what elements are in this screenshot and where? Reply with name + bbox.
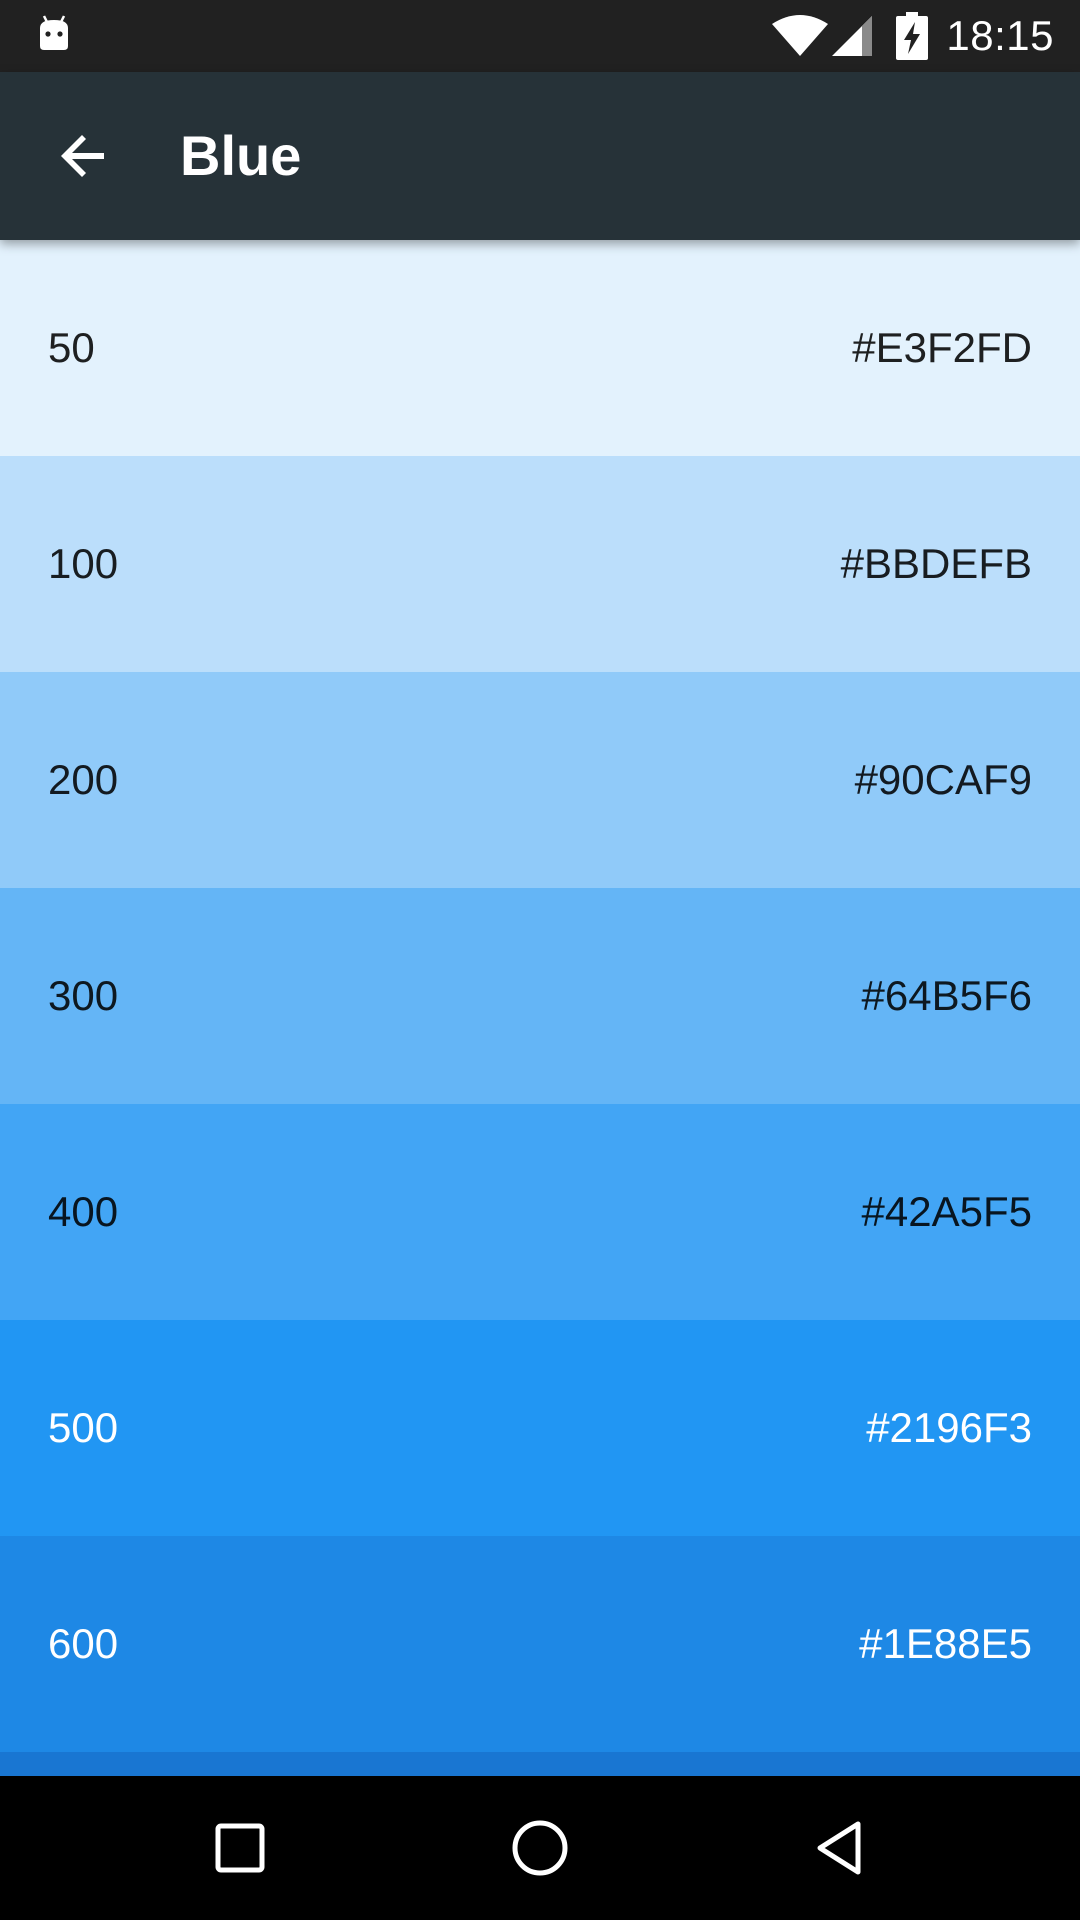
swatch-hex: #90CAF9	[854, 756, 1032, 803]
swatch-row[interactable]: 200 #90CAF9	[0, 672, 1080, 888]
battery-charging-icon	[896, 12, 928, 60]
swatch-shade: 50	[48, 324, 95, 371]
swatch-shade: 400	[48, 1188, 119, 1235]
swatch-row-partial[interactable]	[0, 1752, 1080, 1776]
swatch-shade: 500	[48, 1404, 119, 1451]
swatch-hex: #64B5F6	[861, 972, 1032, 1019]
signal-icon	[832, 16, 872, 56]
swatch-shade: 100	[48, 540, 119, 587]
swatch-row[interactable]: 50 #E3F2FD	[0, 240, 1080, 456]
status-bar: 18:15	[0, 0, 1080, 72]
swatch-hex: #42A5F5	[861, 1188, 1032, 1235]
home-button[interactable]	[490, 1798, 590, 1898]
swatch-hex: #2196F3	[866, 1404, 1032, 1451]
back-triangle-icon	[817, 1821, 861, 1875]
recents-button[interactable]	[190, 1798, 290, 1898]
status-time: 18:15	[946, 12, 1054, 59]
swatch-hex: #BBDEFB	[840, 540, 1032, 587]
navigation-bar	[0, 1776, 1080, 1920]
swatch-row[interactable]: 300 #64B5F6	[0, 888, 1080, 1104]
arrow-back-icon	[61, 135, 104, 177]
page-title: Blue	[180, 124, 302, 187]
android-icon	[40, 15, 68, 50]
back-button[interactable]	[36, 108, 132, 204]
swatch-shade: 600	[48, 1620, 119, 1667]
swatch-hex: #1E88E5	[859, 1620, 1032, 1667]
nav-back-button[interactable]	[790, 1798, 890, 1898]
swatch-shade: 200	[48, 756, 119, 803]
wifi-icon	[772, 15, 828, 56]
swatch-row[interactable]: 500 #2196F3	[0, 1320, 1080, 1536]
home-circle-icon	[512, 1820, 568, 1876]
swatch-row[interactable]: 100 #BBDEFB	[0, 456, 1080, 672]
swatch-row[interactable]: 400 #42A5F5	[0, 1104, 1080, 1320]
swatch-hex: #E3F2FD	[852, 324, 1032, 371]
screen: 18:15 Blue 50 #E3F2FD 100 #BBDEFB 200 #9…	[0, 0, 1080, 1920]
app-bar: Blue	[0, 72, 1080, 240]
swatch-row[interactable]: 600 #1E88E5	[0, 1536, 1080, 1752]
color-list[interactable]: 50 #E3F2FD 100 #BBDEFB 200 #90CAF9 300 #…	[0, 240, 1080, 1776]
swatch-shade: 300	[48, 972, 119, 1019]
recents-square-icon	[215, 1823, 265, 1873]
